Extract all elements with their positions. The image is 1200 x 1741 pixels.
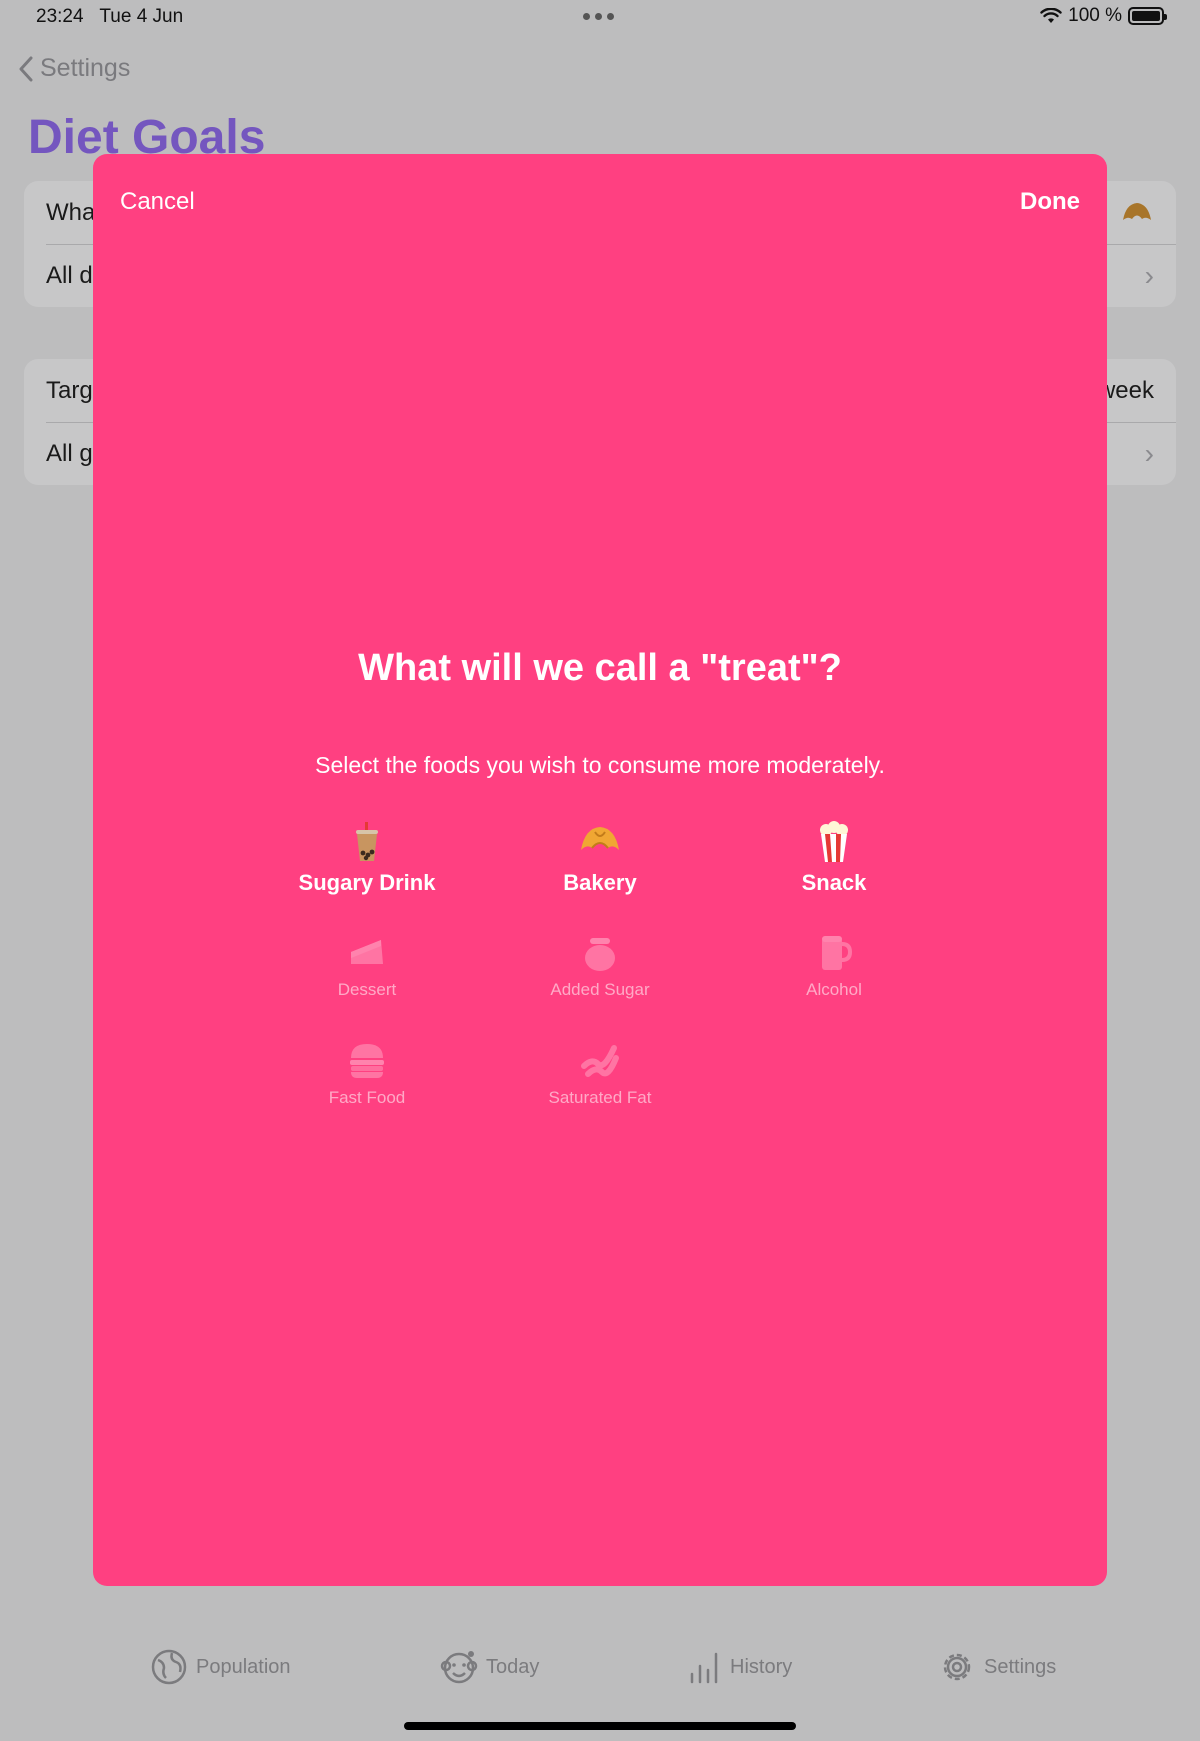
back-button[interactable]: Settings	[18, 54, 130, 83]
gear-icon	[943, 1653, 971, 1681]
croissant-icon	[581, 827, 619, 850]
option-bakery[interactable]: Bakery	[470, 820, 730, 896]
monkey-face-icon	[440, 1651, 478, 1684]
tab-settings[interactable]: Settings	[938, 1648, 1056, 1686]
chevron-right-icon: ›	[1144, 259, 1154, 291]
status-bar: 23:24 Tue 4 Jun 100 %	[0, 0, 1200, 34]
home-indicator[interactable]	[404, 1722, 796, 1730]
option-label: Snack	[801, 870, 867, 895]
bar-chart-icon	[690, 1652, 718, 1684]
option-label: Saturated Fat	[548, 1088, 652, 1107]
cancel-button[interactable]: Cancel	[120, 188, 195, 216]
option-sugary-drink[interactable]: Sugary Drink	[237, 820, 497, 896]
row-label: Wha	[46, 198, 96, 226]
option-label: Sugary Drink	[298, 870, 436, 895]
option-label: Dessert	[337, 980, 397, 999]
option-label: Alcohol	[806, 980, 862, 999]
wifi-icon	[1040, 8, 1062, 23]
bacon-icon	[581, 1045, 619, 1077]
tab-label: Settings	[984, 1655, 1057, 1678]
chevron-left-icon	[19, 56, 33, 81]
burger-icon	[350, 1044, 384, 1078]
option-label: Fast Food	[328, 1088, 406, 1107]
status-right: 100 %	[1040, 5, 1167, 27]
bubble-tea-icon	[356, 822, 378, 861]
croissant-icon	[1123, 202, 1151, 220]
chevron-right-icon: ›	[1144, 437, 1154, 469]
option-fast-food[interactable]: Fast Food	[237, 1038, 497, 1108]
honey-pot-icon	[585, 938, 615, 971]
battery-icon	[1128, 7, 1167, 25]
option-saturated-fat[interactable]: Saturated Fat	[470, 1038, 730, 1108]
popcorn-icon	[820, 821, 848, 862]
beer-mug-icon	[822, 936, 853, 970]
option-added-sugar[interactable]: Added Sugar	[470, 930, 730, 1000]
multitasking-dots-icon[interactable]	[583, 13, 614, 20]
row-label: All d	[46, 261, 93, 289]
battery-percent: 100 %	[1068, 5, 1122, 26]
option-label: Bakery	[563, 870, 637, 895]
option-dessert[interactable]: Dessert	[237, 930, 497, 1000]
tab-label: Population	[196, 1655, 291, 1678]
tab-label: Today	[486, 1655, 540, 1678]
row-label: Targ	[46, 376, 93, 404]
row-trail	[1120, 198, 1154, 228]
option-alcohol[interactable]: Alcohol	[704, 930, 964, 1000]
cake-icon	[351, 940, 383, 964]
tab-label: History	[730, 1655, 793, 1678]
tab-today[interactable]: Today	[440, 1648, 539, 1686]
globe-icon	[151, 1649, 187, 1685]
sheet-title: What will we call a "treat"?	[358, 647, 842, 689]
row-label: All g	[46, 439, 93, 467]
back-label: Settings	[40, 54, 131, 82]
done-button[interactable]: Done	[1020, 188, 1080, 216]
status-time: 23:24 Tue 4 Jun	[36, 6, 184, 27]
treat-selection-sheet: Cancel Done What will we call a "treat"?…	[93, 154, 1107, 1586]
tab-history[interactable]: History	[688, 1648, 792, 1686]
option-label: Added Sugar	[550, 980, 650, 999]
tab-population[interactable]: Population	[150, 1648, 291, 1686]
option-snack[interactable]: Snack	[704, 820, 964, 896]
sheet-subtitle: Select the foods you wish to consume mor…	[315, 752, 885, 778]
tab-bar: Population Today History Settings	[0, 1648, 1200, 1718]
